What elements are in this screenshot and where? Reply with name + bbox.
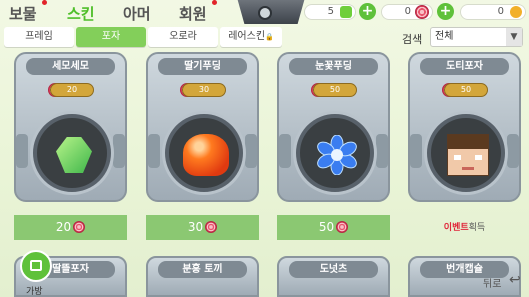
card-side-decoration (245, 134, 257, 168)
search-filter-select[interactable]: 전체 ▼ (430, 27, 523, 47)
skin-card[interactable]: 도넛츠 (277, 256, 390, 297)
skin-card[interactable]: 도티포자 50 이벤트획득 (408, 52, 521, 240)
tab-skin[interactable]: 스킨 (67, 3, 95, 24)
card-title: 딸기푸딩 (158, 58, 247, 75)
card-side-decoration (16, 134, 28, 168)
bag-button[interactable] (20, 250, 52, 282)
subtab-rare-skin[interactable]: 레어스킨🔒 (220, 27, 282, 47)
subtab-frame[interactable]: 프레임 (4, 27, 74, 47)
card-title: 도넛츠 (289, 261, 378, 278)
tab-membership[interactable]: 회원 (179, 3, 207, 24)
notification-dot (212, 0, 217, 5)
chevron-down-icon: ▼ (506, 28, 522, 46)
candy-icon (73, 221, 86, 233)
item-preview (427, 114, 505, 192)
card-title: 눈꽃푸딩 (289, 58, 378, 75)
event-acquire-label: 이벤트획득 (443, 223, 486, 233)
skin-card[interactable]: 세모세모 20 20 (14, 52, 127, 240)
add-gem-button[interactable]: + (359, 3, 376, 20)
card-side-decoration (410, 134, 422, 168)
lock-icon: 🔒 (265, 33, 274, 41)
buy-button[interactable]: 50 (277, 215, 390, 240)
skin-card[interactable]: 번개캡슐 (408, 256, 521, 297)
search-label: 검색 (402, 33, 423, 46)
green-gem-icon (56, 137, 92, 173)
price-pill: 50 (444, 83, 488, 97)
card-body: 도티포자 50 (408, 52, 521, 202)
item-preview (165, 114, 243, 192)
tab-armor[interactable]: 아머 (123, 3, 151, 24)
card-side-decoration (279, 134, 291, 168)
card-title: 도티포자 (420, 58, 509, 75)
price-pill: 30 (182, 83, 226, 97)
card-title: 분홍 토끼 (158, 261, 247, 278)
skin-card[interactable]: 눈꽃푸딩 50 50 (277, 52, 390, 240)
bag-icon (30, 260, 42, 271)
tab-treasure[interactable]: 보물 (9, 3, 37, 24)
snowflake-icon (317, 135, 357, 175)
item-preview (296, 114, 374, 192)
currency-coin: 0 (460, 4, 526, 20)
notification-dot (42, 0, 47, 5)
item-preview (33, 114, 111, 192)
emblem-badge-icon (258, 6, 272, 20)
subtab-spore[interactable]: 포자 (76, 27, 146, 47)
card-side-decoration (376, 134, 388, 168)
bag-label: 가방 (26, 287, 43, 297)
card-side-decoration (113, 134, 125, 168)
skin-card[interactable]: 분홍 토끼 (146, 256, 259, 297)
coin-icon (510, 6, 522, 18)
subtab-aurora[interactable]: 오로라 (148, 27, 218, 47)
card-body: 눈꽃푸딩 50 (277, 52, 390, 202)
back-button[interactable]: 뒤로 (483, 275, 501, 290)
green-gem-icon (340, 6, 352, 18)
card-title: 세모세모 (26, 58, 115, 75)
top-bar: 보물 스킨 아머 회원 5 + 0 + 0 (0, 0, 529, 26)
candy-icon (205, 221, 218, 233)
currency-candy: 0 (381, 4, 433, 20)
price-pill: 50 (313, 83, 357, 97)
doti-face-icon (447, 134, 489, 176)
candy-icon (336, 221, 349, 233)
back-arrow-icon[interactable]: ↩ (509, 272, 521, 288)
strawberry-pudding-icon (183, 134, 229, 176)
card-side-decoration (148, 134, 160, 168)
card-side-decoration (507, 134, 519, 168)
add-candy-button[interactable]: + (437, 3, 454, 20)
card-body: 세모세모 20 (14, 52, 127, 202)
currency-gem: 5 (304, 4, 356, 20)
price-pill: 20 (50, 83, 94, 97)
buy-button[interactable]: 20 (14, 215, 127, 240)
card-body: 딸기푸딩 30 (146, 52, 259, 202)
skin-card[interactable]: 딸기푸딩 30 30 (146, 52, 259, 240)
candy-icon (415, 5, 429, 19)
buy-button[interactable]: 30 (146, 215, 259, 240)
